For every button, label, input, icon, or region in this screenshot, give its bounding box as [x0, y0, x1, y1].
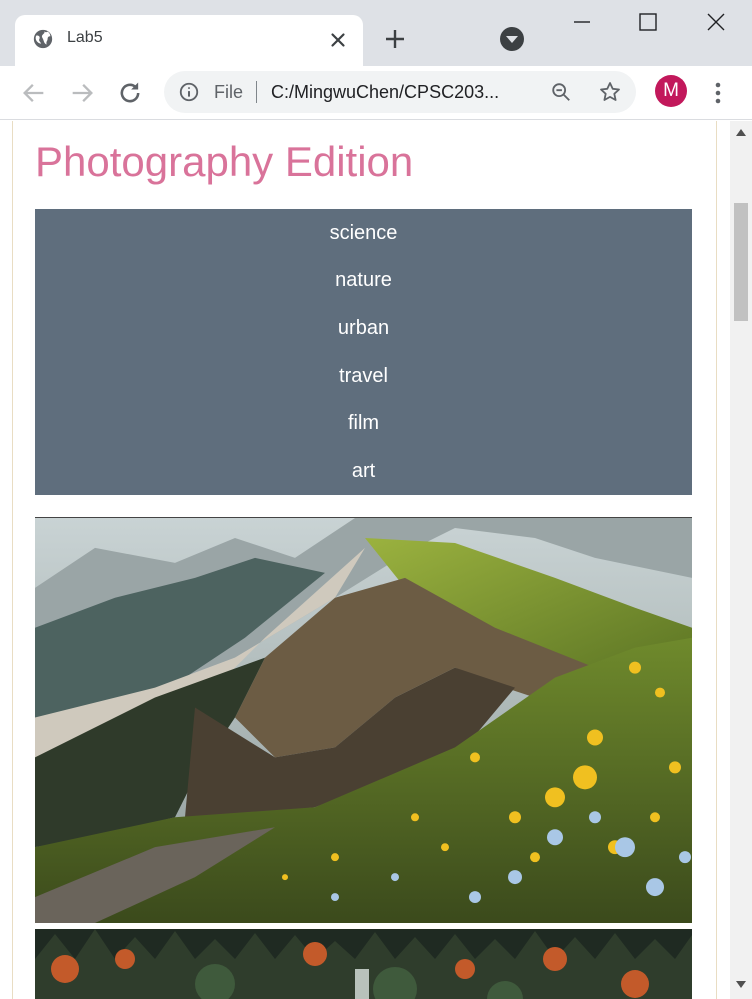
globe-icon — [33, 29, 53, 49]
page-title: Photography Edition — [35, 138, 414, 185]
more-menu-icon[interactable] — [707, 79, 729, 107]
new-tab-icon[interactable] — [383, 27, 407, 51]
maximize-icon[interactable] — [636, 10, 660, 34]
scrollbar-thumb[interactable] — [734, 203, 748, 321]
nav-item-science[interactable]: science — [35, 213, 692, 253]
page-scrollbar[interactable] — [730, 121, 752, 999]
close-tab-icon[interactable] — [327, 29, 349, 51]
bookmark-star-icon[interactable] — [598, 80, 622, 104]
nav-item-travel[interactable]: travel — [35, 356, 692, 396]
scroll-down-icon[interactable] — [736, 981, 746, 988]
nav-item-urban[interactable]: urban — [35, 308, 692, 348]
tab-title: Lab5 — [67, 29, 103, 46]
info-icon[interactable] — [178, 81, 200, 103]
forest-waterfall-photo — [35, 929, 692, 999]
mountain-flowers-photo — [35, 517, 692, 923]
scheme-label: File — [214, 82, 244, 102]
reload-icon[interactable] — [116, 79, 144, 107]
profile-avatar[interactable]: M — [655, 75, 687, 107]
scroll-up-icon[interactable] — [736, 129, 746, 136]
browser-toolbar: File C:/MingwuChen/CPSC203... M — [0, 66, 752, 120]
nav-item-film[interactable]: film — [35, 403, 692, 443]
nav-item-art[interactable]: art — [35, 451, 692, 491]
category-nav: science nature urban travel film art — [35, 209, 692, 495]
minimize-icon[interactable] — [570, 10, 594, 34]
address-separator — [256, 81, 257, 103]
page-viewport: Photography Edition science nature urban… — [0, 121, 730, 999]
window-close-icon[interactable] — [704, 10, 728, 34]
tab-search-icon[interactable] — [500, 27, 524, 51]
url-text[interactable]: C:/MingwuChen/CPSC203... — [271, 82, 533, 103]
address-bar[interactable]: File C:/MingwuChen/CPSC203... — [164, 71, 636, 113]
nav-item-nature[interactable]: nature — [35, 260, 692, 300]
forward-arrow-icon[interactable] — [68, 79, 96, 107]
zoom-out-icon[interactable] — [550, 81, 572, 103]
browser-tab[interactable]: Lab5 — [15, 15, 363, 66]
browser-titlebar: Lab5 — [0, 0, 752, 66]
back-arrow-icon[interactable] — [20, 79, 48, 107]
